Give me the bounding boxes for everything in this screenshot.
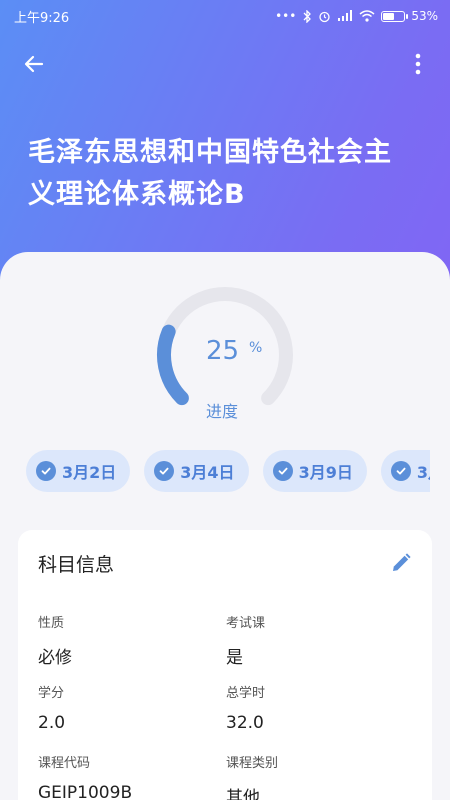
date-chip[interactable]: 3月2日 <box>26 450 131 492</box>
date-chip-label: 3月 <box>416 463 430 482</box>
field-nature: 性质 必修 <box>38 612 72 668</box>
field-value: GEIP1009B <box>38 783 133 800</box>
field-value: 2.0 <box>38 713 66 733</box>
edit-button[interactable] <box>386 548 416 578</box>
field-label: 性质 <box>38 616 65 631</box>
field-label: 学分 <box>38 686 65 701</box>
more-dots-icon: ••• <box>275 9 297 23</box>
field-label: 考试课 <box>226 616 266 631</box>
card-title: 科目信息 <box>38 554 115 576</box>
field-value: 32.0 <box>226 713 264 733</box>
progress-value: 25 <box>206 336 240 366</box>
bluetooth-icon <box>303 9 312 23</box>
field-course-code: 课程代码 GEIP1009B <box>38 752 132 800</box>
back-button[interactable] <box>18 48 50 80</box>
status-icons: ••• 53% <box>275 9 438 23</box>
field-course-category: 课程类别 其他 <box>226 752 278 800</box>
check-circle-icon <box>272 461 293 481</box>
app-bar <box>0 42 450 86</box>
check-circle-icon <box>390 461 411 481</box>
progress-unit: % <box>249 340 263 356</box>
field-label: 总学时 <box>226 686 266 701</box>
more-options-button[interactable] <box>402 48 434 80</box>
field-label: 课程类别 <box>226 756 279 771</box>
progress-ring-fill <box>157 324 189 406</box>
pencil-icon <box>393 553 411 571</box>
field-value: 其他 <box>226 788 260 800</box>
field-total-hours: 总学时 32.0 <box>226 682 265 733</box>
field-value: 是 <box>226 648 243 668</box>
status-time: 上午9:26 <box>14 10 70 26</box>
status-bar: 上午9:26 ••• 53% <box>0 0 450 32</box>
field-credits: 学分 2.0 <box>38 682 65 733</box>
date-chip-label: 3月4日 <box>180 463 235 482</box>
progress-label: 进度 <box>206 402 239 421</box>
course-title: 毛泽东思想和中国特色社会主义理论体系概论B <box>28 137 392 210</box>
more-vertical-icon <box>415 53 421 75</box>
check-circle-icon <box>154 461 175 481</box>
date-chip[interactable]: 3月4日 <box>144 450 249 492</box>
date-chip-label: 3月9日 <box>298 463 353 482</box>
wifi-icon <box>359 10 375 22</box>
course-info-card: 科目信息 性质 必修 考试课 是 学分 2.0 总学时 32.0 课程代码 GE… <box>18 530 432 800</box>
signal-icon <box>338 10 353 21</box>
check-circle-icon <box>36 461 56 481</box>
alarm-icon <box>319 11 330 22</box>
battery-percent: 53% <box>411 9 438 23</box>
date-chip-list: 3月2日 3月4日 3月9日 3月 <box>26 450 430 494</box>
date-chip[interactable]: 3月 <box>380 450 430 492</box>
field-exam-course: 考试课 是 <box>226 612 265 668</box>
date-chip[interactable]: 3月9日 <box>262 450 367 492</box>
battery-icon <box>381 10 409 22</box>
arrow-left-icon <box>24 55 44 73</box>
content-sheet: 25 % 进度 3月2日 3月4日 3月9日 3月 科目信息 性质 必修 考 <box>0 252 450 800</box>
date-chip-label: 3月2日 <box>62 463 117 482</box>
field-value: 必修 <box>38 648 72 668</box>
field-label: 课程代码 <box>38 756 91 771</box>
